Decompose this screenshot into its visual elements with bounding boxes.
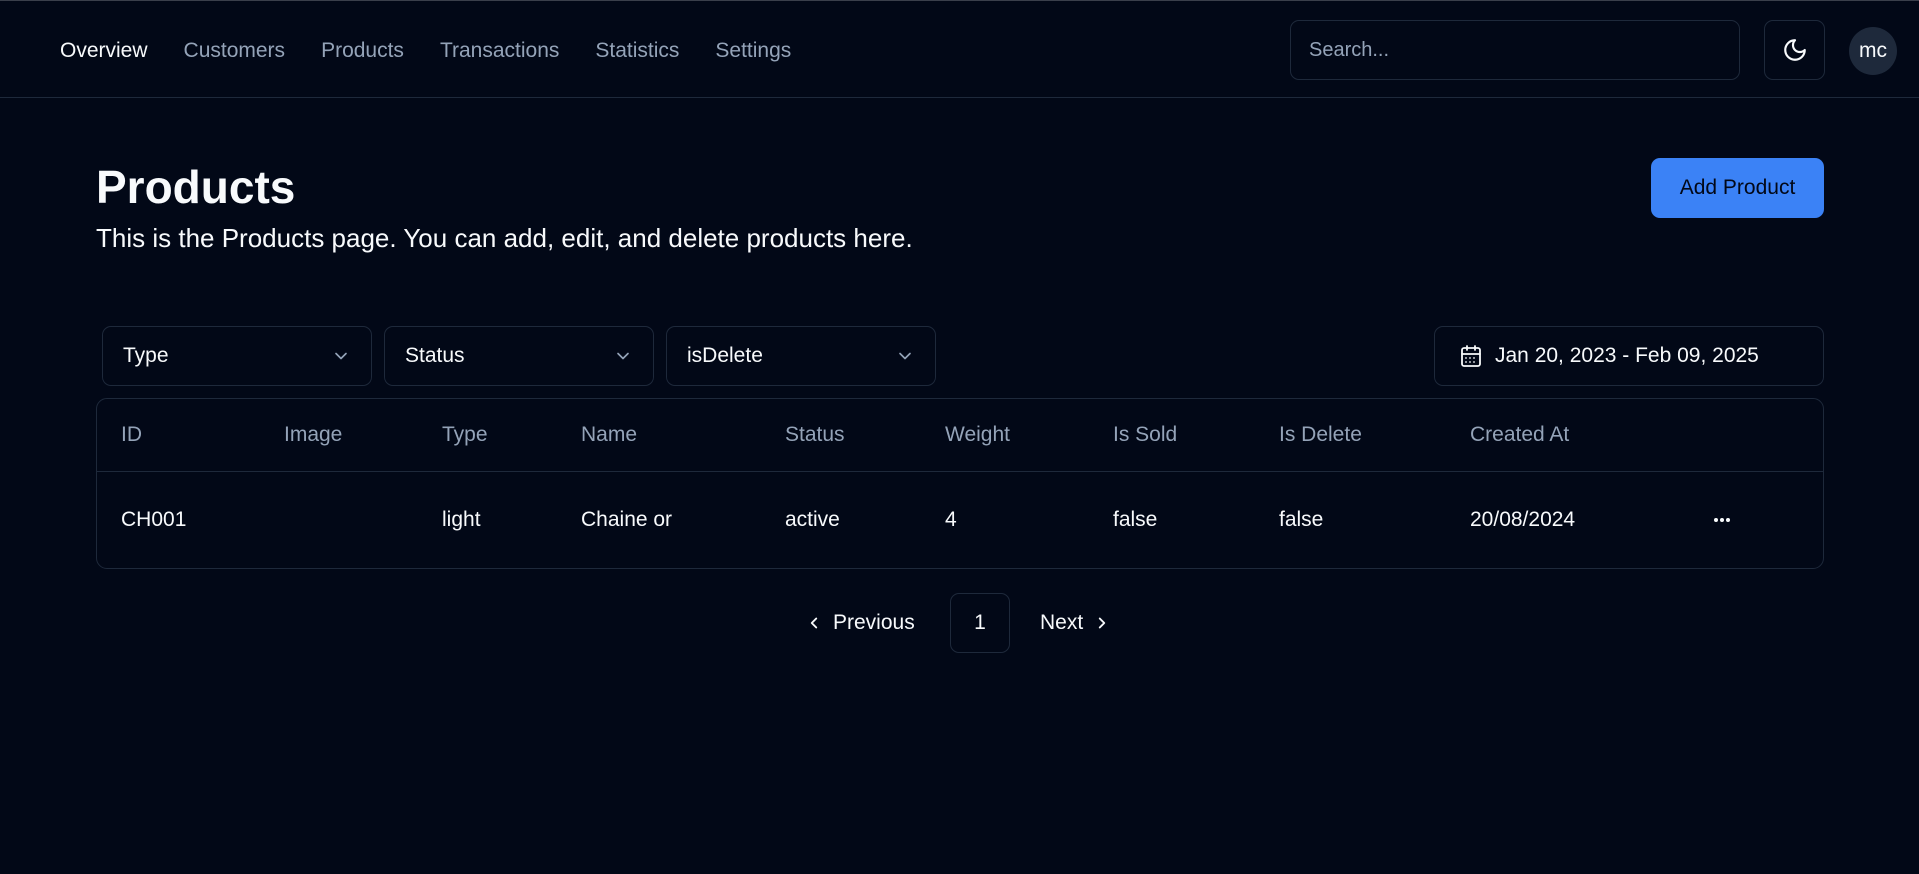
theme-toggle-button[interactable] xyxy=(1764,20,1825,80)
add-product-button[interactable]: Add Product xyxy=(1651,158,1824,218)
table-header: ID Image Type Name Status Weight Is Sold… xyxy=(97,399,1823,472)
next-page-label: Next xyxy=(1040,611,1084,634)
status-filter-label: Status xyxy=(405,344,465,367)
type-filter-label: Type xyxy=(123,344,169,367)
nav-item-transactions[interactable]: Transactions xyxy=(440,38,559,64)
cell-is-delete: false xyxy=(1279,508,1324,531)
nav-item-customers[interactable]: Customers xyxy=(184,38,286,64)
nav-item-settings[interactable]: Settings xyxy=(715,38,791,64)
row-actions-button[interactable] xyxy=(1710,472,1734,568)
cell-status: active xyxy=(785,508,840,531)
column-header-weight[interactable]: Weight xyxy=(945,399,1010,471)
type-filter-select[interactable]: Type xyxy=(102,326,372,386)
top-navigation-bar: Overview Customers Products Transactions… xyxy=(0,0,1919,98)
nav-item-products[interactable]: Products xyxy=(321,38,404,64)
calendar-icon xyxy=(1459,344,1483,368)
cell-created-at: 20/08/2024 xyxy=(1470,508,1576,531)
cell-type: light xyxy=(442,508,481,531)
chevron-right-icon xyxy=(1093,614,1111,632)
is-delete-filter-select[interactable]: isDelete xyxy=(666,326,936,386)
chevron-down-icon xyxy=(895,346,915,366)
table-row[interactable]: CH001 light Chaine or active 4 false fal… xyxy=(97,472,1823,568)
moon-icon xyxy=(1782,37,1808,63)
column-header-image[interactable]: Image xyxy=(284,399,342,471)
status-filter-select[interactable]: Status xyxy=(384,326,654,386)
column-header-type[interactable]: Type xyxy=(442,399,488,471)
nav-item-overview[interactable]: Overview xyxy=(60,38,148,64)
page-title: Products xyxy=(96,161,296,213)
chevron-left-icon xyxy=(805,614,823,632)
cell-weight: 4 xyxy=(945,508,957,531)
page-description: This is the Products page. You can add, … xyxy=(96,223,913,253)
chevron-down-icon xyxy=(331,346,351,366)
previous-page-button[interactable]: Previous xyxy=(805,593,915,653)
pagination: Previous 1 Next xyxy=(0,593,1919,653)
page-number-button[interactable]: 1 xyxy=(950,593,1010,653)
date-range-picker[interactable]: Jan 20, 2023 - Feb 09, 2025 xyxy=(1434,326,1824,386)
nav-item-statistics[interactable]: Statistics xyxy=(595,38,679,64)
column-header-is-sold[interactable]: Is Sold xyxy=(1113,399,1177,471)
search-input[interactable] xyxy=(1290,20,1740,80)
column-header-name[interactable]: Name xyxy=(581,399,637,471)
cell-name: Chaine or xyxy=(581,508,673,531)
cell-is-sold: false xyxy=(1113,508,1158,531)
column-header-status[interactable]: Status xyxy=(785,399,845,471)
main-nav: Overview Customers Products Transactions… xyxy=(60,38,827,64)
column-header-id[interactable]: ID xyxy=(121,399,142,471)
cell-id: CH001 xyxy=(121,508,187,531)
column-header-is-delete[interactable]: Is Delete xyxy=(1279,399,1362,471)
date-range-label: Jan 20, 2023 - Feb 09, 2025 xyxy=(1495,344,1759,367)
user-avatar[interactable]: mc xyxy=(1849,27,1897,75)
column-header-created-at[interactable]: Created At xyxy=(1470,399,1569,471)
is-delete-filter-label: isDelete xyxy=(687,344,763,367)
more-horizontal-icon xyxy=(1710,508,1734,532)
previous-page-label: Previous xyxy=(833,611,915,634)
products-table: ID Image Type Name Status Weight Is Sold… xyxy=(96,398,1824,569)
chevron-down-icon xyxy=(613,346,633,366)
next-page-button[interactable]: Next xyxy=(1040,593,1111,653)
